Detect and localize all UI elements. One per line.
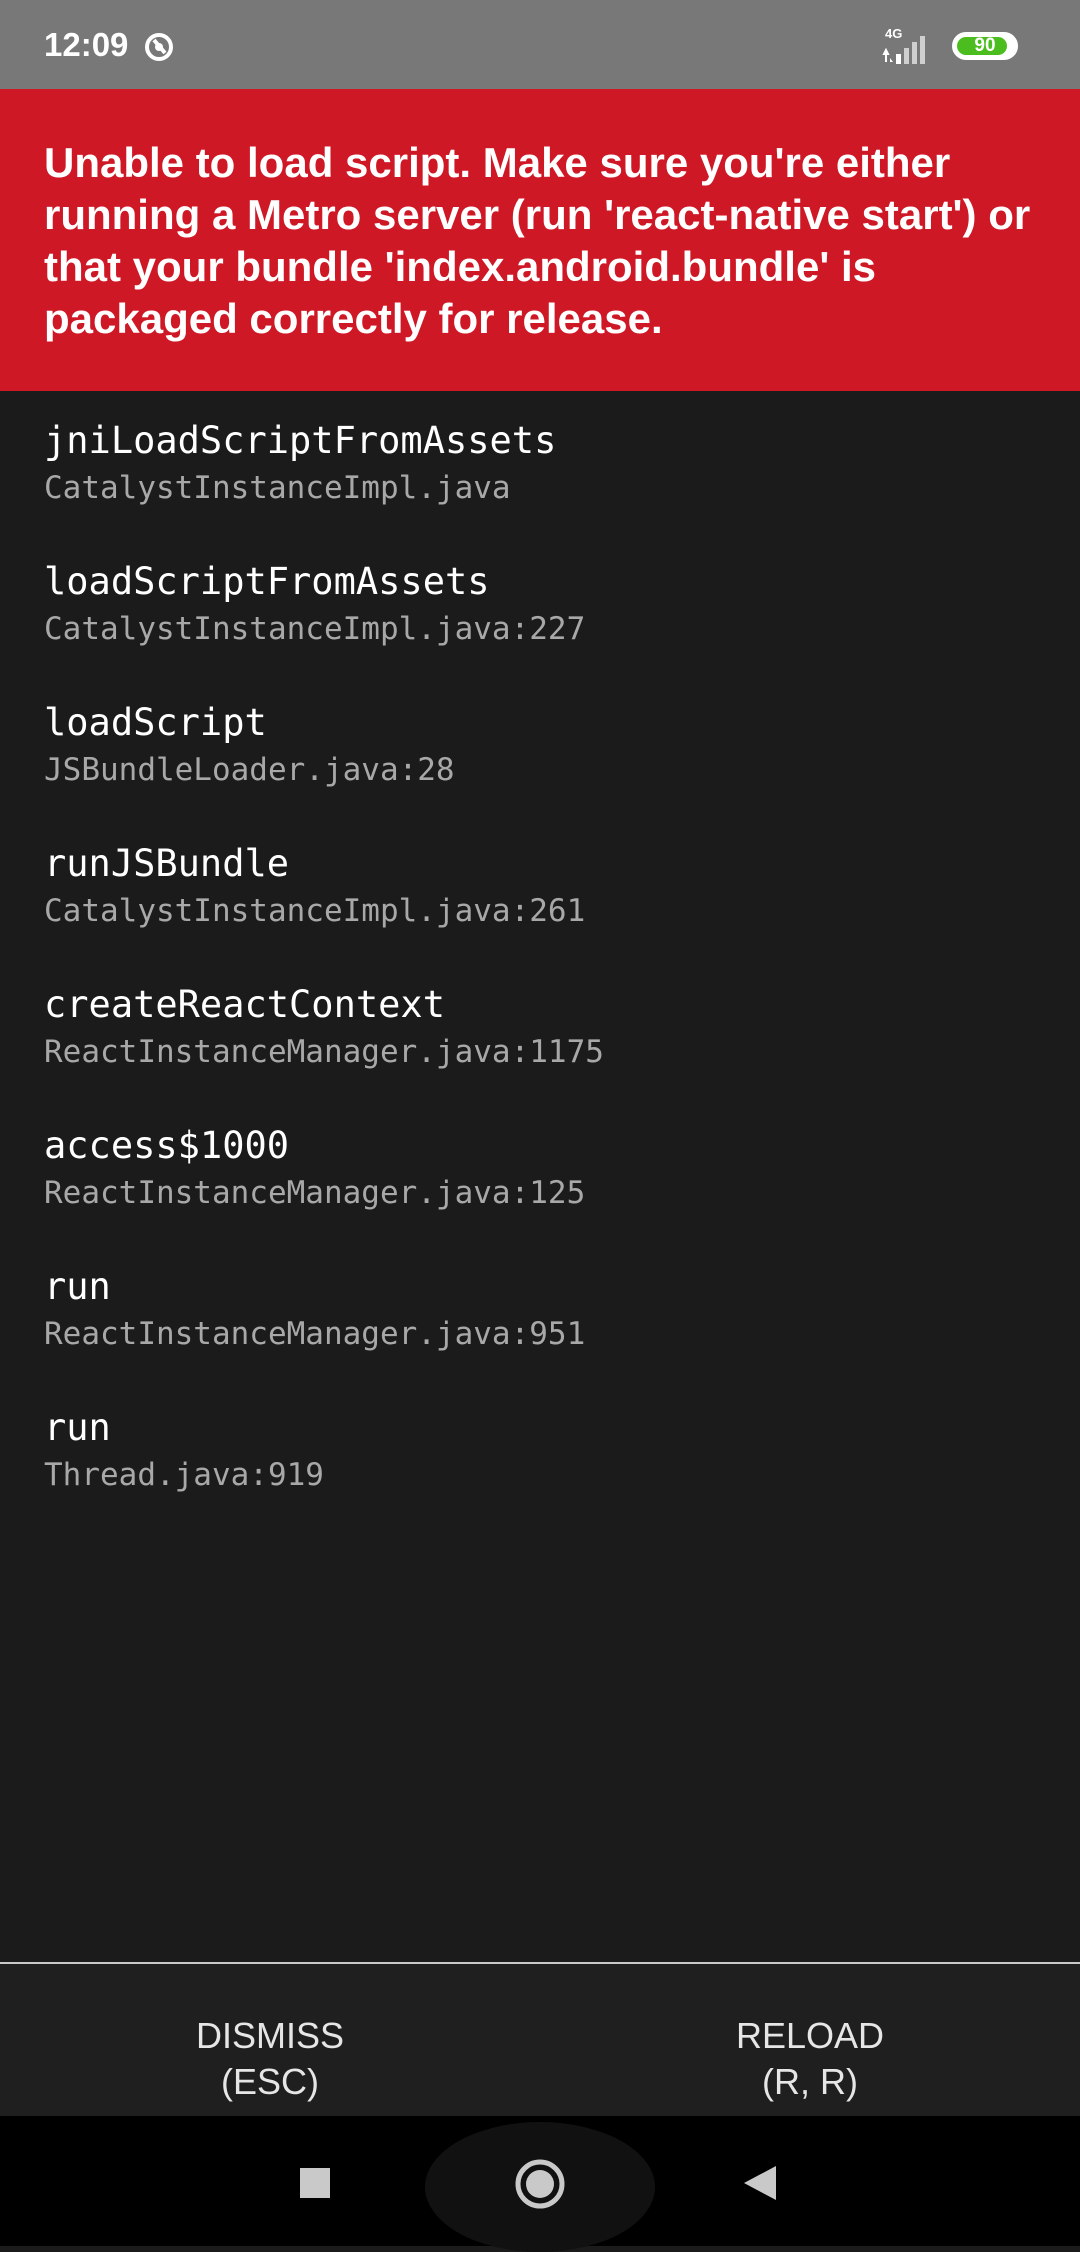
home-circle-icon[interactable] bbox=[514, 2158, 566, 2210]
battery-percent: 90 bbox=[974, 35, 996, 56]
reload-button[interactable]: RELOAD (R, R) bbox=[540, 1964, 1080, 2118]
navigation-bar bbox=[0, 2116, 1080, 2252]
stack-frame: access$1000 ReactInstanceManager.java:125 bbox=[44, 1121, 1044, 1262]
stack-frame: createReactContext ReactInstanceManager.j… bbox=[44, 980, 1044, 1121]
app-notification-icon bbox=[145, 33, 173, 61]
stack-frame: run Thread.java:919 bbox=[44, 1403, 1044, 1544]
stack-frame-file: ReactInstanceManager.java:1175 bbox=[44, 1034, 604, 1070]
stack-trace-list: jniLoadScriptFromAssets CatalystInstanceI… bbox=[44, 416, 1044, 1544]
stack-frame-method: jniLoadScriptFromAssets bbox=[44, 419, 557, 462]
dismiss-label: DISMISS bbox=[195, 2015, 345, 2056]
reload-label: RELOAD bbox=[735, 2015, 885, 2056]
button-bar: DISMISS (ESC) RELOAD (R, R) bbox=[0, 1962, 1080, 2118]
stack-frame-method: run bbox=[44, 1406, 111, 1449]
stack-frame-file: Thread.java:919 bbox=[44, 1457, 324, 1493]
status-time: 12:09 bbox=[44, 26, 129, 63]
stack-frame-file: CatalystInstanceImpl.java:227 bbox=[44, 611, 586, 647]
stack-frame-file: CatalystInstanceImpl.java:261 bbox=[44, 893, 586, 929]
stack-frame-method: access$1000 bbox=[44, 1124, 290, 1167]
stack-frame: loadScript JSBundleLoader.java:28 bbox=[44, 698, 1044, 839]
stack-frame-file: JSBundleLoader.java:28 bbox=[44, 752, 455, 788]
stack-frame: run ReactInstanceManager.java:951 bbox=[44, 1262, 1044, 1403]
error-banner: Unable to load script. Make sure you're … bbox=[0, 89, 1080, 391]
stack-frame-method: loadScriptFromAssets bbox=[44, 560, 490, 603]
battery-icon: 90 bbox=[952, 32, 1018, 60]
stack-frame: jniLoadScriptFromAssets CatalystInstanceI… bbox=[44, 416, 1044, 557]
stack-frame: loadScriptFromAssets CatalystInstanceImpl… bbox=[44, 557, 1044, 698]
stack-frame-method: runJSBundle bbox=[44, 842, 290, 885]
error-message: Unable to load script. Make sure you're … bbox=[44, 139, 1031, 342]
dismiss-shortcut: (ESC) bbox=[221, 2061, 319, 2102]
signal-strength-icon bbox=[882, 36, 925, 64]
stack-frame-method: createReactContext bbox=[44, 983, 445, 1026]
stack-frame-file: ReactInstanceManager.java:125 bbox=[44, 1175, 586, 1211]
status-bar: 12:09 4G 90 bbox=[0, 0, 1080, 89]
dismiss-button[interactable]: DISMISS (ESC) bbox=[0, 1964, 540, 2118]
back-triangle-icon[interactable] bbox=[742, 2164, 778, 2202]
stack-frame-method: loadScript bbox=[44, 701, 267, 744]
stack-frame: runJSBundle CatalystInstanceImpl.java:261 bbox=[44, 839, 1044, 980]
stack-frame-method: run bbox=[44, 1265, 111, 1308]
recents-square-icon[interactable] bbox=[298, 2166, 332, 2200]
reload-shortcut: (R, R) bbox=[762, 2061, 858, 2102]
stack-frame-file: CatalystInstanceImpl.java bbox=[44, 470, 511, 506]
stack-frame-file: ReactInstanceManager.java:951 bbox=[44, 1316, 586, 1352]
